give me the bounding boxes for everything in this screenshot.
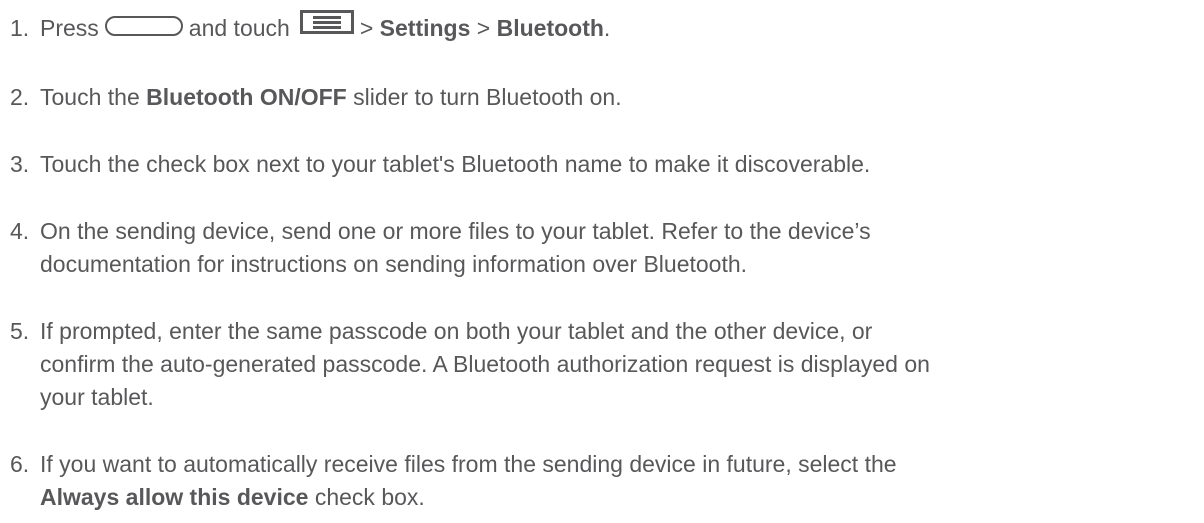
step-text-line: your tablet. — [40, 384, 154, 410]
step-text-line: If prompted, enter the same passcode on … — [40, 318, 873, 344]
step-text-after: check box. — [314, 484, 425, 510]
step-text-line: If you want to automatically receive fil… — [40, 451, 897, 477]
bluetooth-label: Bluetooth — [496, 15, 604, 41]
step-text: On the sending device, send one or more … — [40, 215, 1196, 281]
bluetooth-on-off-label: Bluetooth ON/OFF — [146, 84, 347, 110]
step-number: 5. — [10, 318, 30, 344]
step-text: If you want to automatically receive fil… — [40, 448, 1196, 514]
step-number: 3. — [10, 151, 30, 177]
step-text-before: Touch the — [40, 84, 140, 110]
menu-key-icon — [299, 10, 354, 43]
home-key-icon — [104, 15, 183, 36]
step-text: Touch the Bluetooth ON/OFF slider to tur… — [40, 81, 1196, 114]
instruction-steps: 1. Press and touch > Settings > Bluetooth.… — [0, 0, 1204, 523]
step-text-line: On the sending device, send one or more … — [40, 218, 871, 244]
separator: > — [359, 15, 374, 41]
step-text: Touch the check box next to your tablet'… — [40, 148, 1196, 181]
step-number: 6. — [10, 451, 30, 477]
step-number: 2. — [10, 84, 30, 110]
separator: > — [476, 15, 491, 41]
settings-label: Settings — [379, 15, 471, 41]
step-number: 4. — [10, 218, 30, 244]
period: . — [603, 15, 611, 41]
step-text-mid: and touch — [188, 15, 290, 41]
step-text-body: Touch the check box next to your tablet'… — [40, 151, 871, 177]
step-number: 1. — [10, 15, 30, 41]
step-text-line: Always allow this device check box. — [40, 481, 1196, 514]
step-text-prefix: Press — [40, 15, 99, 41]
always-allow-label: Always allow this device — [40, 484, 309, 510]
step-text: Press and touch > Settings > Bluetooth. — [40, 10, 1196, 46]
step-text-line: documentation for instructions on sendin… — [40, 251, 748, 277]
step-text-line: confirm the auto-generated passcode. A B… — [40, 351, 930, 377]
step-text: If prompted, enter the same passcode on … — [40, 315, 1196, 414]
step-text-after: slider to turn Bluetooth on. — [353, 84, 622, 110]
